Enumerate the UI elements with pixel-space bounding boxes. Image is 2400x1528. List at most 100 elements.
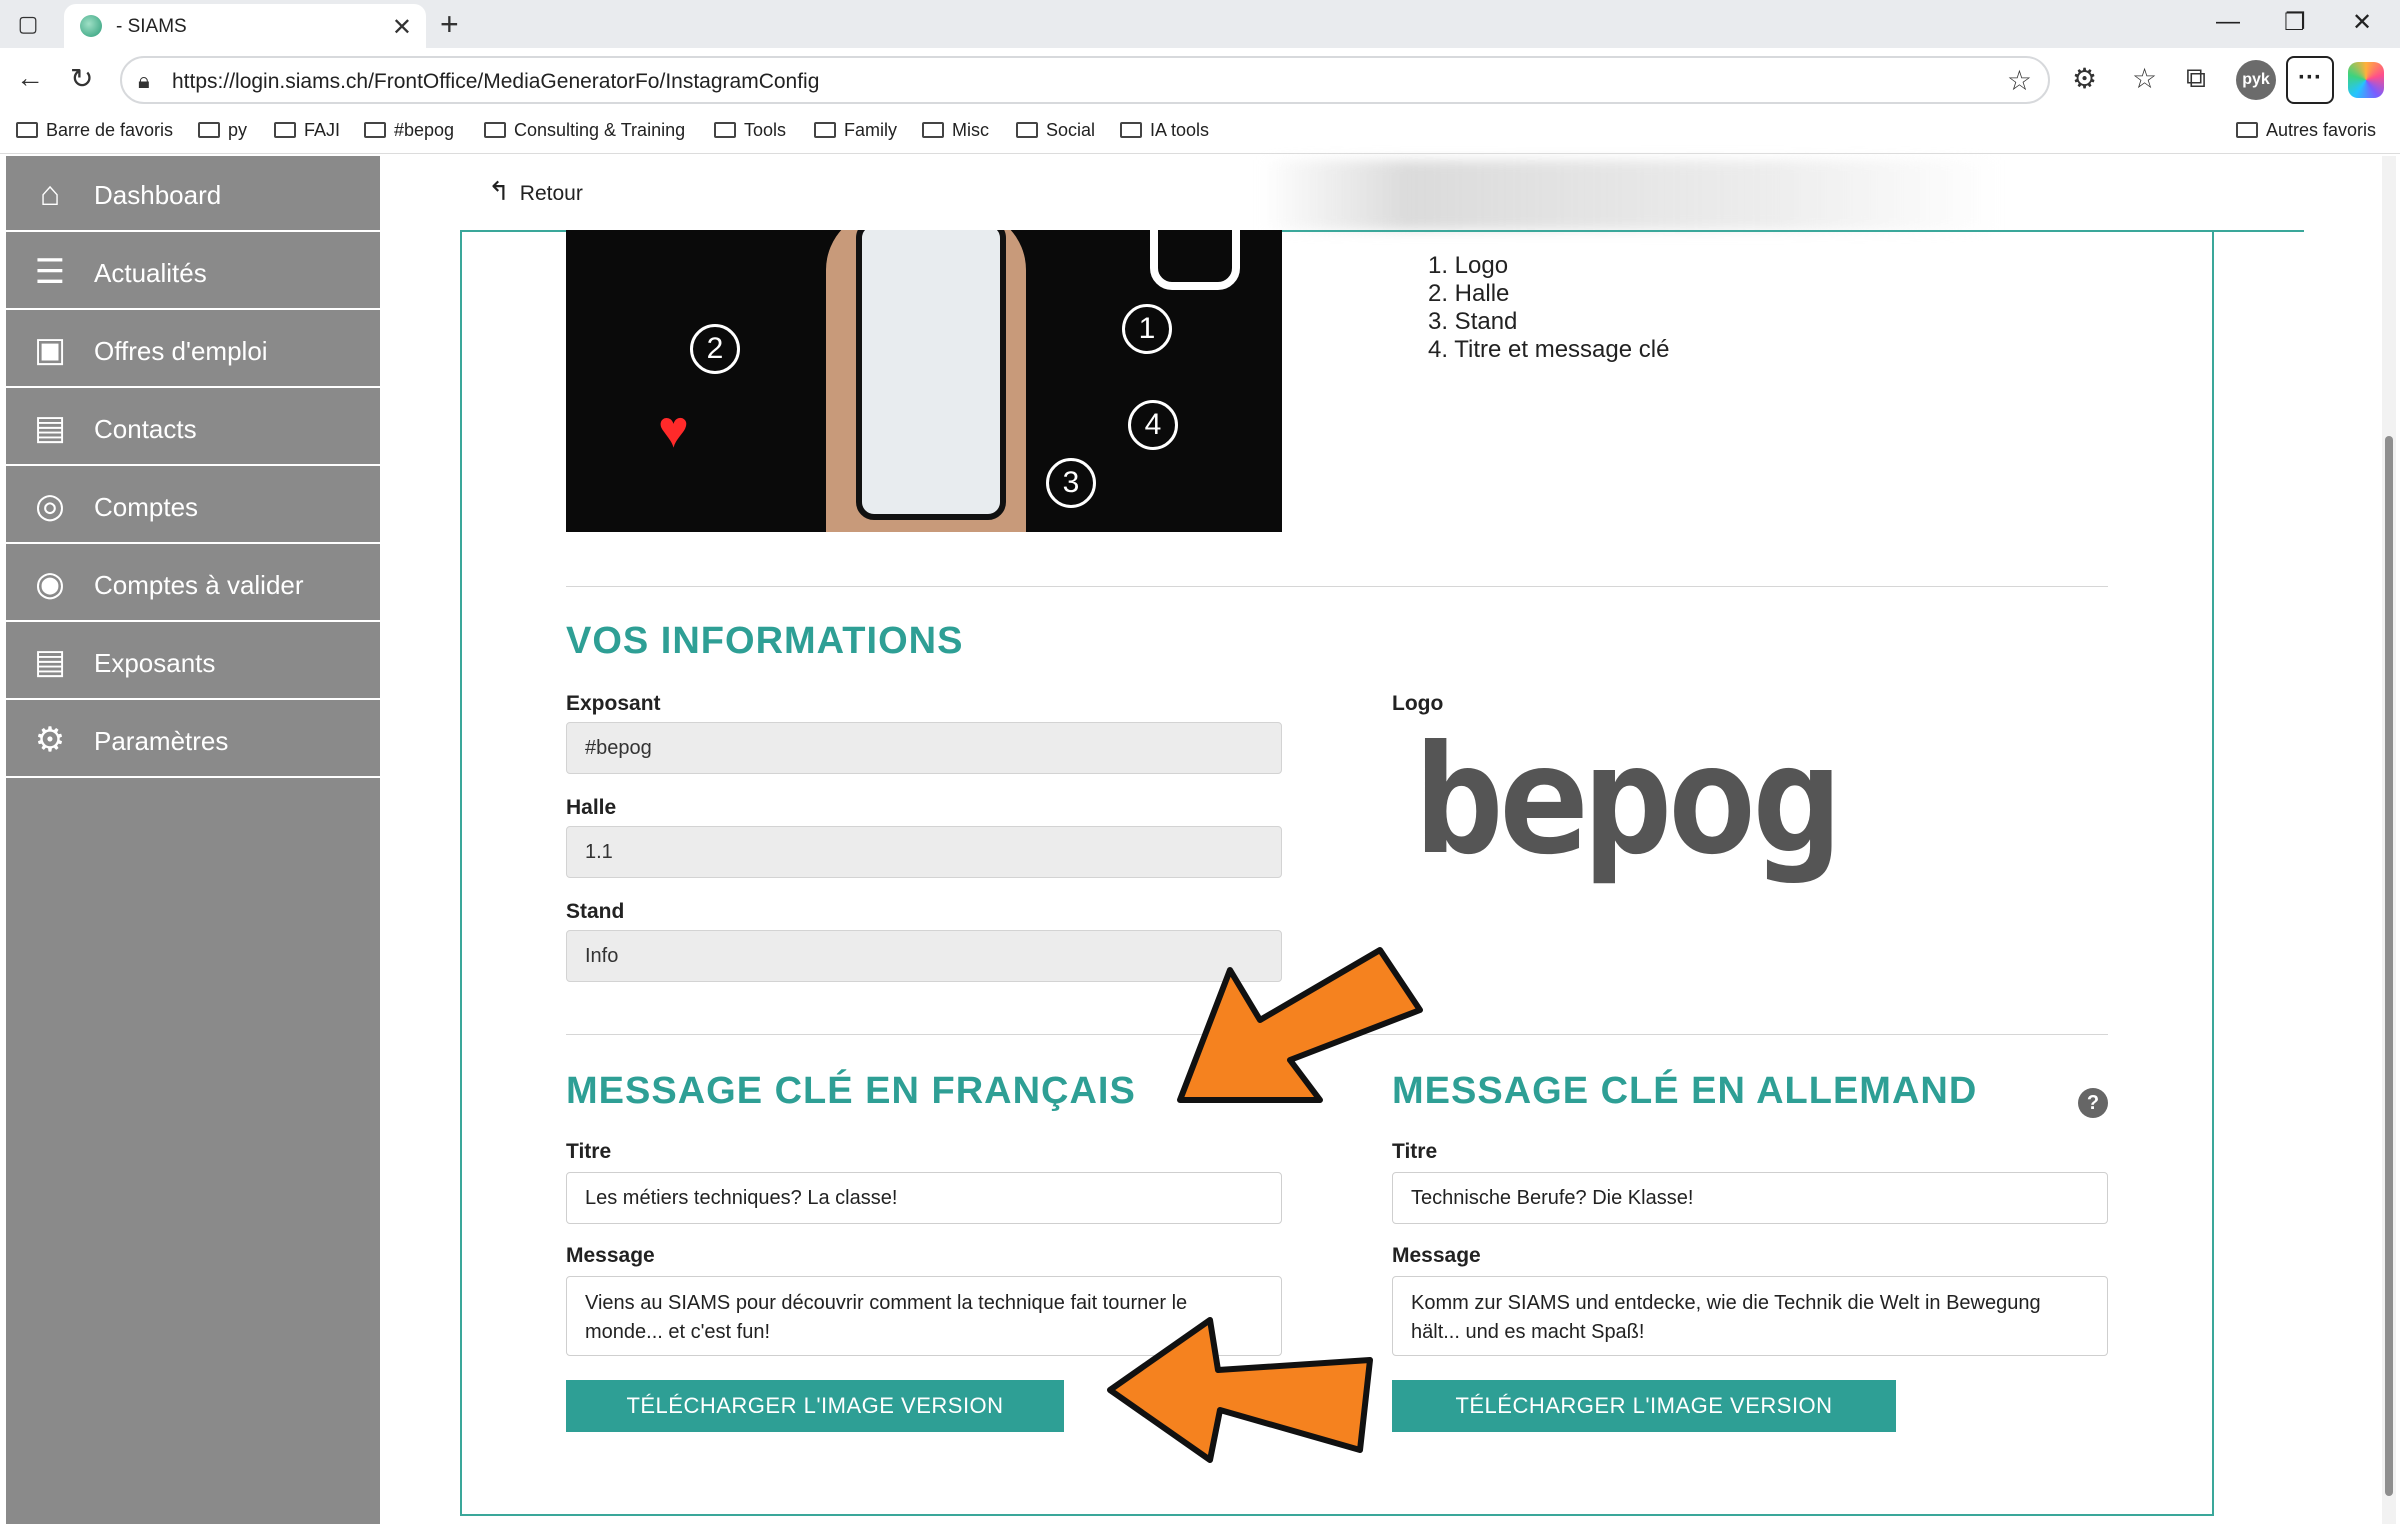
preview-legend: 1. Logo 2. Halle 3. Stand 4. Titre et me…: [1428, 252, 1669, 364]
phone-illustration: [856, 230, 1006, 520]
sidebar-item-label: Dashboard: [94, 180, 222, 210]
site-info-lock-icon[interactable]: 🔒︎: [138, 68, 150, 94]
bookmark-folder[interactable]: FAJI: [274, 120, 340, 141]
more-menu-icon[interactable]: ···: [2286, 56, 2334, 104]
message-fr-label: Message: [566, 1244, 655, 1267]
download-de-button[interactable]: TÉLÉCHARGER L'IMAGE VERSION ALLEMANDE: [1392, 1380, 1896, 1470]
logo-label: Logo: [1392, 692, 1444, 715]
legend-item: 4. Titre et message clé: [1428, 336, 1670, 363]
news-icon: ☰: [34, 253, 66, 291]
sidebar-item-offres-emploi[interactable]: ▣ Offres d'emploi: [6, 312, 380, 388]
favorite-star-icon[interactable]: ☆: [2007, 64, 2032, 97]
message-de-label: Message: [1392, 1244, 1481, 1267]
collections-icon[interactable]: ⧉: [2186, 62, 2206, 95]
bookmark-folder[interactable]: Family: [814, 120, 897, 141]
download-fr-button[interactable]: TÉLÉCHARGER L'IMAGE VERSION FRANÇAISE: [566, 1380, 1064, 1470]
sidebar-item-label: Comptes: [94, 492, 199, 522]
bookmarks-bar: Barre de favoris py FAJI #bepog Consulti…: [0, 114, 2400, 154]
back-arrow-icon[interactable]: ←: [16, 62, 44, 94]
favorites-icon[interactable]: ☆: [2132, 62, 2157, 95]
section-title-de: MESSAGE CLÉ EN ALLEMAND: [1392, 1070, 1978, 1112]
user-check-icon: ◉: [35, 565, 65, 603]
sidebar-item-exposants[interactable]: ▤ Exposants: [6, 624, 380, 700]
folder-icon: [922, 122, 944, 138]
bookmark-folder[interactable]: Tools: [714, 120, 786, 141]
titre-de-input[interactable]: Technische Berufe? Die Klasse!: [1392, 1172, 2108, 1224]
window-close-icon[interactable]: ✕: [2352, 8, 2372, 37]
extensions-icon[interactable]: ⚙︎: [2072, 62, 2097, 95]
titre-fr-input[interactable]: Les métiers techniques? La classe!: [566, 1172, 1282, 1224]
browser-toolbar: ← ↻ 🔒︎ https://login.siams.ch/FrontOffic…: [0, 48, 2400, 114]
instagram-logo-icon: [1150, 230, 1240, 290]
message-de-textarea[interactable]: Komm zur SIAMS und entdecke, wie die Tec…: [1392, 1276, 2108, 1356]
exposant-label: Exposant: [566, 692, 661, 715]
gear-icon: ⚙︎: [34, 721, 66, 759]
minimize-icon[interactable]: —: [2216, 8, 2240, 36]
bookmark-folder[interactable]: Consulting & Training: [484, 120, 685, 141]
siams-favicon-icon: [80, 15, 102, 37]
sidebar-item-comptes[interactable]: ◎ Comptes: [6, 468, 380, 544]
folder-icon: [814, 122, 836, 138]
sidebar-item-label: Paramètres: [94, 726, 229, 756]
annotation-arrow-icon: [1177, 947, 1423, 1103]
folder-icon: [1016, 122, 1038, 138]
browser-tab-bar: ▢ - SIAMS ✕ + — ❐ ✕: [0, 0, 2400, 48]
folder-icon: [198, 122, 220, 138]
sidebar-item-label: Offres d'emploi: [94, 336, 268, 366]
callout-2: 2: [690, 324, 740, 374]
folder-icon: [484, 122, 506, 138]
address-bar[interactable]: 🔒︎ https://login.siams.ch/FrontOffice/Me…: [120, 56, 2050, 104]
sidebar-item-dashboard[interactable]: ⌂ Dashboard: [6, 156, 380, 232]
callout-3: 3: [1046, 458, 1096, 508]
sidebar-item-parametres[interactable]: ⚙︎ Paramètres: [6, 702, 380, 778]
bookmark-folder[interactable]: Barre de favoris: [16, 120, 173, 141]
return-arrow-icon: ↰: [488, 176, 510, 206]
halle-field: 1.1: [566, 826, 1282, 878]
user-circle-icon: ◎: [35, 487, 65, 525]
help-icon[interactable]: ?: [2078, 1088, 2108, 1118]
folder-icon: [364, 122, 386, 138]
sidebar-item-label: Exposants: [94, 648, 216, 678]
legend-item: 3. Stand: [1428, 308, 1518, 335]
folder-icon: [274, 122, 296, 138]
callout-1: 1: [1122, 304, 1172, 354]
other-bookmarks-folder[interactable]: Autres favoris: [2236, 120, 2376, 141]
annotation-arrow-icon: [1107, 1317, 1373, 1463]
sidebar-item-label: Actualités: [94, 258, 207, 288]
active-tab[interactable]: - SIAMS ✕: [64, 4, 426, 48]
sidebar-item-contacts[interactable]: ▤ Contacts: [6, 390, 380, 466]
restore-icon[interactable]: ❐: [2284, 8, 2306, 37]
contact-card-icon: ▤: [33, 409, 67, 447]
bookmark-folder[interactable]: Social: [1016, 120, 1095, 141]
sidebar-item-label: Contacts: [94, 414, 197, 444]
page-scrollbar[interactable]: [2382, 156, 2396, 1524]
section-title-info: VOS INFORMATIONS: [566, 620, 964, 662]
new-tab-icon[interactable]: +: [440, 6, 459, 43]
legend-item: 1. Logo: [1428, 252, 1509, 279]
heart-icon: ♥: [658, 401, 689, 459]
bookmark-folder[interactable]: IA tools: [1120, 120, 1209, 141]
tab-actions-icon[interactable]: ▢: [14, 10, 42, 38]
folder-icon: [1120, 122, 1142, 138]
reload-icon[interactable]: ↻: [70, 62, 93, 95]
titre-fr-label: Titre: [566, 1140, 612, 1163]
briefcase-icon: ▣: [33, 331, 67, 369]
instagram-preview-image: ♥ 1 2 3 4: [566, 230, 1282, 532]
section-divider: [566, 586, 2108, 587]
url-text[interactable]: https://login.siams.ch/FrontOffice/Media…: [172, 70, 819, 94]
sidebar-nav: ⌂ Dashboard ☰ Actualités ▣ Offres d'empl…: [6, 156, 380, 1524]
bookmark-folder[interactable]: Misc: [922, 120, 989, 141]
section-title-fr: MESSAGE CLÉ EN FRANÇAIS: [566, 1070, 1136, 1112]
bookmark-folder[interactable]: py: [198, 120, 247, 141]
callout-4: 4: [1128, 400, 1178, 450]
exhibitor-card-icon: ▤: [33, 643, 67, 681]
sidebar-item-actualites[interactable]: ☰ Actualités: [6, 234, 380, 310]
sidebar-item-comptes-a-valider[interactable]: ◉ Comptes à valider: [6, 546, 380, 622]
folder-icon: [714, 122, 736, 138]
profile-avatar[interactable]: pyk: [2236, 60, 2276, 100]
scrollbar-thumb[interactable]: [2385, 436, 2393, 1496]
bookmark-folder[interactable]: #bepog: [364, 120, 454, 141]
copilot-icon[interactable]: [2348, 62, 2384, 98]
back-button[interactable]: ↰ Retour: [488, 176, 583, 207]
tab-close-icon[interactable]: ✕: [392, 13, 412, 42]
